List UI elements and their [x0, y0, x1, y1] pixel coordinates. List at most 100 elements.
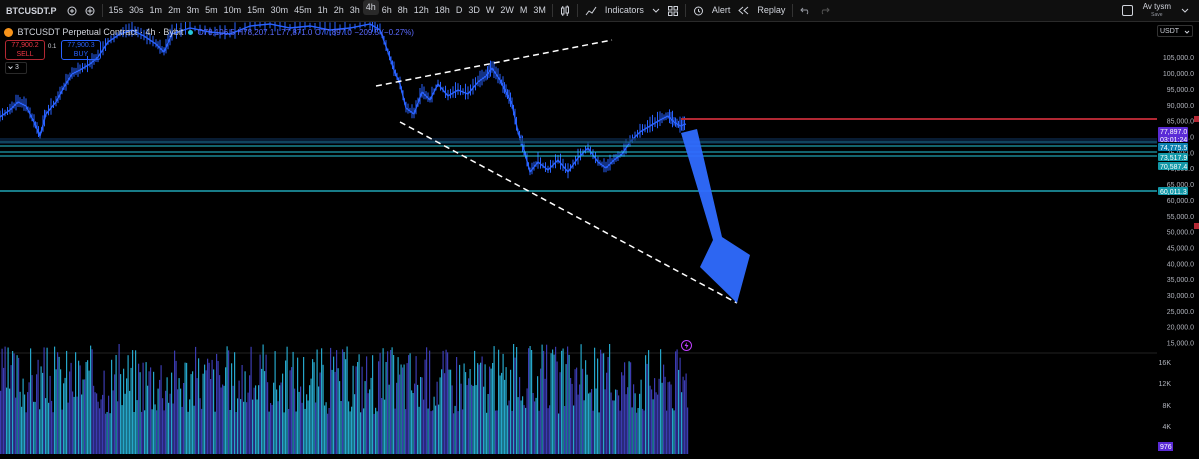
level-tag-1[interactable]: 74,775.5: [1158, 143, 1188, 152]
timeframe-3m[interactable]: 3m: [184, 0, 203, 21]
timeframe-10m[interactable]: 10m: [221, 0, 245, 21]
volume-bar: [105, 413, 107, 454]
timeframe-15s[interactable]: 15s: [106, 0, 127, 21]
volume-bar: [342, 349, 344, 454]
layout-checkbox-icon[interactable]: [1118, 0, 1143, 21]
timeframe-W[interactable]: W: [483, 0, 498, 21]
currency-selector[interactable]: USDT: [1157, 25, 1193, 37]
price-axis-label: 100,000.0: [1163, 71, 1194, 78]
sell-button[interactable]: 77,900.2 SELL: [5, 40, 45, 60]
volume-bar: [381, 398, 383, 454]
volume-bar: [198, 358, 200, 454]
indicator-count: 3: [15, 64, 19, 71]
chart-area[interactable]: 105,000.0 100,000.0 95,000.0 90,000.0 85,000…: [0, 14, 1199, 454]
volume-bar: [361, 366, 363, 454]
volume-bar: [504, 379, 506, 454]
volume-bar: [99, 408, 101, 454]
chevron-down-icon[interactable]: [648, 0, 664, 21]
volume-bar: [562, 348, 564, 454]
volume-bar: [643, 410, 645, 454]
timeframe-3D[interactable]: 3D: [465, 0, 483, 21]
volume-bar: [106, 412, 108, 454]
volume-bar: [31, 375, 33, 454]
replay-icon[interactable]: [734, 0, 753, 21]
volume-bar: [618, 395, 620, 454]
price-axis[interactable]: 105,000.0 100,000.0 95,000.0 90,000.0 85,000…: [1157, 22, 1199, 454]
indicators-icon[interactable]: [581, 0, 601, 21]
timeframe-2W[interactable]: 2W: [497, 0, 517, 21]
timeframe-45m[interactable]: 45m: [291, 0, 315, 21]
volume-bar: [387, 351, 389, 454]
indicators-button[interactable]: Indicators: [601, 0, 648, 21]
current-price-tag[interactable]: 77,897.003:01:24: [1158, 127, 1188, 144]
level-tag-4[interactable]: 60,011.3: [1158, 187, 1188, 196]
add-symbol-icon[interactable]: [63, 0, 81, 21]
templates-grid-icon[interactable]: [664, 0, 682, 21]
lightning-icon[interactable]: [681, 340, 692, 351]
timeframe-3M[interactable]: 3M: [530, 0, 549, 21]
volume-bar: [390, 350, 392, 454]
indicators-collapse-toggle[interactable]: 3: [5, 62, 27, 74]
legend-title[interactable]: BTCUSDT Perpetual Contract · 4h · Bybit: [18, 27, 184, 37]
timeframe-D[interactable]: D: [453, 0, 466, 21]
level-tag-3-text: 70,587.4: [1160, 164, 1187, 171]
timeframe-2m[interactable]: 2m: [165, 0, 184, 21]
timeframe-8h[interactable]: 8h: [395, 0, 411, 21]
volume-bar: [429, 350, 431, 454]
compare-icon[interactable]: [81, 0, 99, 21]
upper-trendline[interactable]: [375, 39, 613, 87]
timeframe-5m[interactable]: 5m: [202, 0, 221, 21]
redo-icon[interactable]: [815, 0, 834, 21]
volume-bar: [232, 385, 234, 454]
undo-icon[interactable]: [796, 0, 815, 21]
volume-bar: [630, 362, 632, 454]
timeframe-4h[interactable]: 4h: [362, 0, 379, 15]
sell-price: 77,900.2: [11, 42, 39, 49]
timeframe-1h[interactable]: 1h: [315, 0, 331, 21]
buy-button[interactable]: 77,900.3 BUY: [61, 40, 101, 60]
volume-bar: [622, 375, 624, 454]
volume-bar: [111, 359, 113, 454]
volume-bar: [582, 368, 584, 454]
volume-bar: [457, 411, 459, 454]
drawings[interactable]: [375, 39, 750, 304]
volume-bar: [277, 401, 279, 454]
volume-bar: [672, 408, 674, 454]
volume-bar: [141, 411, 143, 454]
volume-bar: [178, 378, 180, 454]
volume-bar: [654, 378, 656, 454]
volume-bar: [24, 394, 26, 454]
timeframe-1m[interactable]: 1m: [147, 0, 166, 21]
layout-name-block[interactable]: Av tysm Save: [1143, 2, 1177, 19]
volume-bar: [172, 403, 174, 454]
timeframe-30s[interactable]: 30s: [126, 0, 147, 21]
bearish-arrow[interactable]: [681, 129, 750, 303]
price-axis-label: 105,000.0: [1163, 55, 1194, 62]
alert-clock-icon[interactable]: [689, 0, 708, 21]
volume-bar: [549, 405, 551, 454]
price-chart[interactable]: 105,000.0 100,000.0 95,000.0 90,000.0 85,000…: [0, 14, 1199, 454]
timeframe-2h[interactable]: 2h: [331, 0, 347, 21]
timeframe-6h[interactable]: 6h: [379, 0, 395, 21]
timeframe-12h[interactable]: 12h: [411, 0, 432, 21]
volume-bar: [174, 350, 176, 454]
legend-low: L77,871.0: [276, 28, 313, 37]
level-tag-3[interactable]: 70,587.4: [1158, 162, 1188, 171]
symbol-search[interactable]: BTCUSDT.P: [0, 6, 63, 16]
volume-bar: [471, 384, 473, 454]
alert-button[interactable]: Alert: [708, 0, 735, 21]
level-tag-2[interactable]: 73,517.9: [1158, 153, 1188, 162]
volume-bar: [295, 411, 297, 454]
volume-bar: [666, 410, 668, 454]
timeframe-15m[interactable]: 15m: [244, 0, 268, 21]
timeframe-M[interactable]: M: [517, 0, 531, 21]
timeframe-3h[interactable]: 3h: [347, 0, 363, 21]
volume-bar: [309, 385, 311, 454]
timeframe-18h[interactable]: 18h: [432, 0, 453, 21]
volume-bar: [262, 344, 264, 454]
candle-type-icon[interactable]: [556, 0, 574, 21]
replay-button[interactable]: Replay: [753, 0, 789, 21]
layout-chevron-down-icon[interactable]: [1177, 0, 1199, 21]
timeframe-30m[interactable]: 30m: [268, 0, 292, 21]
volume-bar: [445, 349, 447, 454]
